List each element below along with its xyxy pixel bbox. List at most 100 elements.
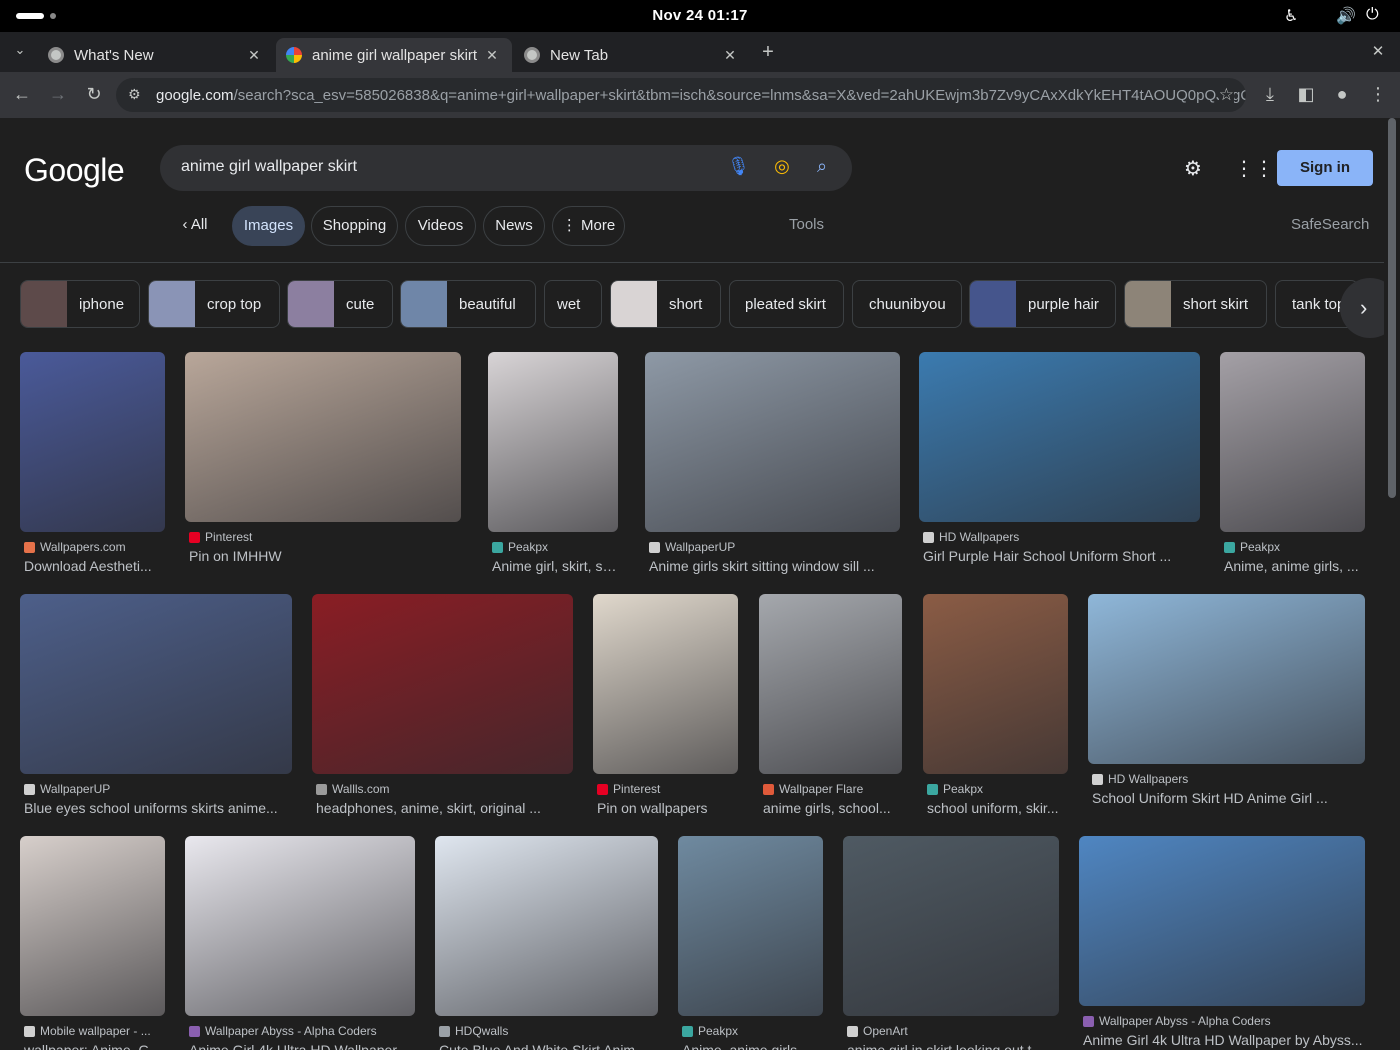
result-source[interactable]: Peakpx bbox=[1224, 540, 1365, 554]
result-title[interactable]: Anime, anime girls, ... bbox=[1224, 558, 1365, 574]
result-source[interactable]: Pinterest bbox=[597, 782, 738, 796]
chip-iphone[interactable]: iphone bbox=[20, 280, 140, 328]
result-thumbnail[interactable] bbox=[919, 352, 1200, 522]
tab-whats-new[interactable]: What's New ✕ bbox=[38, 38, 274, 72]
google-lens-icon[interactable]: ◎ bbox=[771, 156, 793, 177]
result-thumbnail[interactable] bbox=[1088, 594, 1365, 764]
image-result-card[interactable]: HDQwalls Cute Blue And White Skirt Anim..… bbox=[435, 836, 658, 1050]
result-thumbnail[interactable] bbox=[20, 836, 165, 1016]
chip-chuunibyou[interactable]: chuunibyou bbox=[852, 280, 962, 328]
image-result-card[interactable]: Wallls.com headphones, anime, skirt, orig… bbox=[312, 594, 573, 824]
reload-icon[interactable]: ↻ bbox=[82, 84, 106, 105]
image-result-card[interactable]: Wallpaper Abyss - Alpha Coders Anime Girl… bbox=[1079, 836, 1365, 1050]
chip-short-skirt[interactable]: short skirt bbox=[1124, 280, 1267, 328]
power-icon[interactable]: ⏻ bbox=[1366, 6, 1379, 24]
result-source[interactable]: Peakpx bbox=[682, 1024, 823, 1038]
search-input[interactable]: anime girl wallpaper skirt bbox=[181, 158, 357, 176]
result-thumbnail[interactable] bbox=[185, 352, 461, 522]
image-result-card[interactable]: Wallpaper Flare anime girls, school... bbox=[759, 594, 902, 824]
result-source[interactable]: Peakpx bbox=[927, 782, 1068, 796]
image-result-card[interactable]: Peakpx school uniform, skir... bbox=[923, 594, 1068, 824]
result-title[interactable]: school uniform, skir... bbox=[927, 800, 1068, 816]
result-thumbnail[interactable] bbox=[20, 594, 292, 774]
result-source[interactable]: Wallpaper Abyss - Alpha Coders bbox=[1083, 1014, 1365, 1028]
result-source[interactable]: Peakpx bbox=[492, 540, 618, 554]
result-title[interactable]: anime girls, school... bbox=[763, 800, 902, 816]
image-result-card[interactable]: Peakpx Anime, anime girls, ... bbox=[678, 836, 823, 1050]
image-result-card[interactable]: Wallpapers.com Download Aestheti... bbox=[20, 352, 165, 582]
result-thumbnail[interactable] bbox=[645, 352, 900, 532]
image-result-card[interactable]: Peakpx Anime, anime girls, ... bbox=[1220, 352, 1365, 582]
image-result-card[interactable]: OpenArt anime girl in skirt looking out t… bbox=[843, 836, 1059, 1050]
result-title[interactable]: School Uniform Skirt HD Anime Girl ... bbox=[1092, 790, 1365, 806]
accessibility-icon[interactable]: ♿ bbox=[1284, 6, 1298, 26]
back-arrow-icon[interactable]: ← bbox=[10, 84, 34, 105]
tab-news[interactable]: News bbox=[483, 206, 545, 246]
result-title[interactable]: Blue eyes school uniforms skirts anime..… bbox=[24, 800, 292, 816]
tab-images[interactable]: Images bbox=[232, 206, 305, 246]
image-result-card[interactable]: WallpaperUP Anime girls skirt sitting win… bbox=[645, 352, 900, 582]
tab-videos[interactable]: Videos bbox=[405, 206, 476, 246]
result-title[interactable]: Download Aestheti... bbox=[24, 558, 165, 574]
result-source[interactable]: Wallpaper Flare bbox=[763, 782, 902, 796]
result-thumbnail[interactable] bbox=[312, 594, 573, 774]
result-thumbnail[interactable] bbox=[185, 836, 415, 1016]
close-icon[interactable]: ✕ bbox=[244, 47, 264, 64]
chip-beautiful[interactable]: beautiful bbox=[400, 280, 536, 328]
result-title[interactable]: Cute Blue And White Skirt Anim... bbox=[439, 1042, 658, 1050]
result-title[interactable]: Anime Girl 4k Ultra HD Wallpaper by Abys… bbox=[1083, 1032, 1365, 1048]
site-info-icon[interactable]: ⚙ bbox=[128, 86, 141, 103]
image-result-card[interactable]: Mobile wallpaper - ... wallpaper: Anime, … bbox=[20, 836, 165, 1050]
apps-grid-icon[interactable]: ⋮⋮ bbox=[1234, 156, 1274, 181]
result-title[interactable]: Anime Girl 4k Ultra HD Wallpaper ... bbox=[189, 1042, 415, 1050]
chip-wet[interactable]: wet bbox=[544, 280, 602, 328]
microphone-icon[interactable]: 🎙 bbox=[727, 156, 750, 177]
tab-all[interactable]: ‹ All bbox=[164, 206, 226, 246]
page-scrollbar[interactable] bbox=[1384, 118, 1400, 1050]
close-icon[interactable]: ✕ bbox=[482, 47, 502, 64]
result-thumbnail[interactable] bbox=[1079, 836, 1365, 1006]
result-title[interactable]: Anime girls skirt sitting window sill ..… bbox=[649, 558, 900, 574]
download-icon[interactable]: ⤓ bbox=[1258, 84, 1282, 105]
chip-purple-hair[interactable]: purple hair bbox=[969, 280, 1116, 328]
result-thumbnail[interactable] bbox=[435, 836, 658, 1016]
result-title[interactable]: wallpaper: Anime, G... bbox=[24, 1042, 165, 1050]
side-panel-icon[interactable]: ◧ bbox=[1294, 84, 1318, 105]
result-source[interactable]: HD Wallpapers bbox=[1092, 772, 1365, 786]
window-close-icon[interactable]: ✕ bbox=[1366, 42, 1390, 60]
result-thumbnail[interactable] bbox=[759, 594, 902, 774]
result-thumbnail[interactable] bbox=[923, 594, 1068, 774]
result-thumbnail[interactable] bbox=[678, 836, 823, 1016]
bookmark-star-icon[interactable]: ☆ bbox=[1218, 85, 1234, 105]
chip-cute[interactable]: cute bbox=[287, 280, 393, 328]
image-result-card[interactable]: Peakpx Anime girl, skirt, sm... bbox=[488, 352, 618, 582]
tab-shopping[interactable]: Shopping bbox=[311, 206, 398, 246]
result-source[interactable]: WallpaperUP bbox=[24, 782, 292, 796]
tab-search-chevron-icon[interactable]: ⌄ bbox=[8, 42, 32, 58]
result-title[interactable]: anime girl in skirt looking out t... bbox=[847, 1042, 1059, 1050]
image-result-card[interactable]: HD Wallpapers School Uniform Skirt HD Ani… bbox=[1088, 594, 1365, 824]
tab-anime-girl-wallpaper[interactable]: anime girl wallpaper skirt ✕ bbox=[276, 38, 512, 72]
volume-icon[interactable]: 🔊 bbox=[1336, 6, 1356, 26]
image-result-card[interactable]: Pinterest Pin on IMHHW bbox=[185, 352, 461, 582]
result-title[interactable]: Anime girl, skirt, sm... bbox=[492, 558, 618, 574]
settings-gear-icon[interactable]: ⚙ bbox=[1184, 156, 1202, 181]
result-thumbnail[interactable] bbox=[593, 594, 738, 774]
result-source[interactable]: Mobile wallpaper - ... bbox=[24, 1024, 165, 1038]
new-tab-plus-icon[interactable]: + bbox=[756, 41, 780, 64]
result-source[interactable]: WallpaperUP bbox=[649, 540, 900, 554]
result-source[interactable]: Wallpapers.com bbox=[24, 540, 165, 554]
result-title[interactable]: Pin on wallpapers bbox=[597, 800, 738, 816]
result-source[interactable]: OpenArt bbox=[847, 1024, 1059, 1038]
tab-more[interactable]: ⋮ More bbox=[552, 206, 625, 246]
result-source[interactable]: Wallpaper Abyss - Alpha Coders bbox=[189, 1024, 415, 1038]
image-result-card[interactable]: Wallpaper Abyss - Alpha Coders Anime Girl… bbox=[185, 836, 415, 1050]
scrollbar-thumb[interactable] bbox=[1388, 118, 1396, 498]
result-source[interactable]: HD Wallpapers bbox=[923, 530, 1200, 544]
chip-crop-top[interactable]: crop top bbox=[148, 280, 280, 328]
chip-pleated-skirt[interactable]: pleated skirt bbox=[729, 280, 844, 328]
result-thumbnail[interactable] bbox=[20, 352, 165, 532]
image-result-card[interactable]: WallpaperUP Blue eyes school uniforms ski… bbox=[20, 594, 292, 824]
search-box[interactable]: anime girl wallpaper skirt 🎙 ◎ ⌕ bbox=[160, 145, 852, 191]
result-source[interactable]: HDQwalls bbox=[439, 1024, 658, 1038]
